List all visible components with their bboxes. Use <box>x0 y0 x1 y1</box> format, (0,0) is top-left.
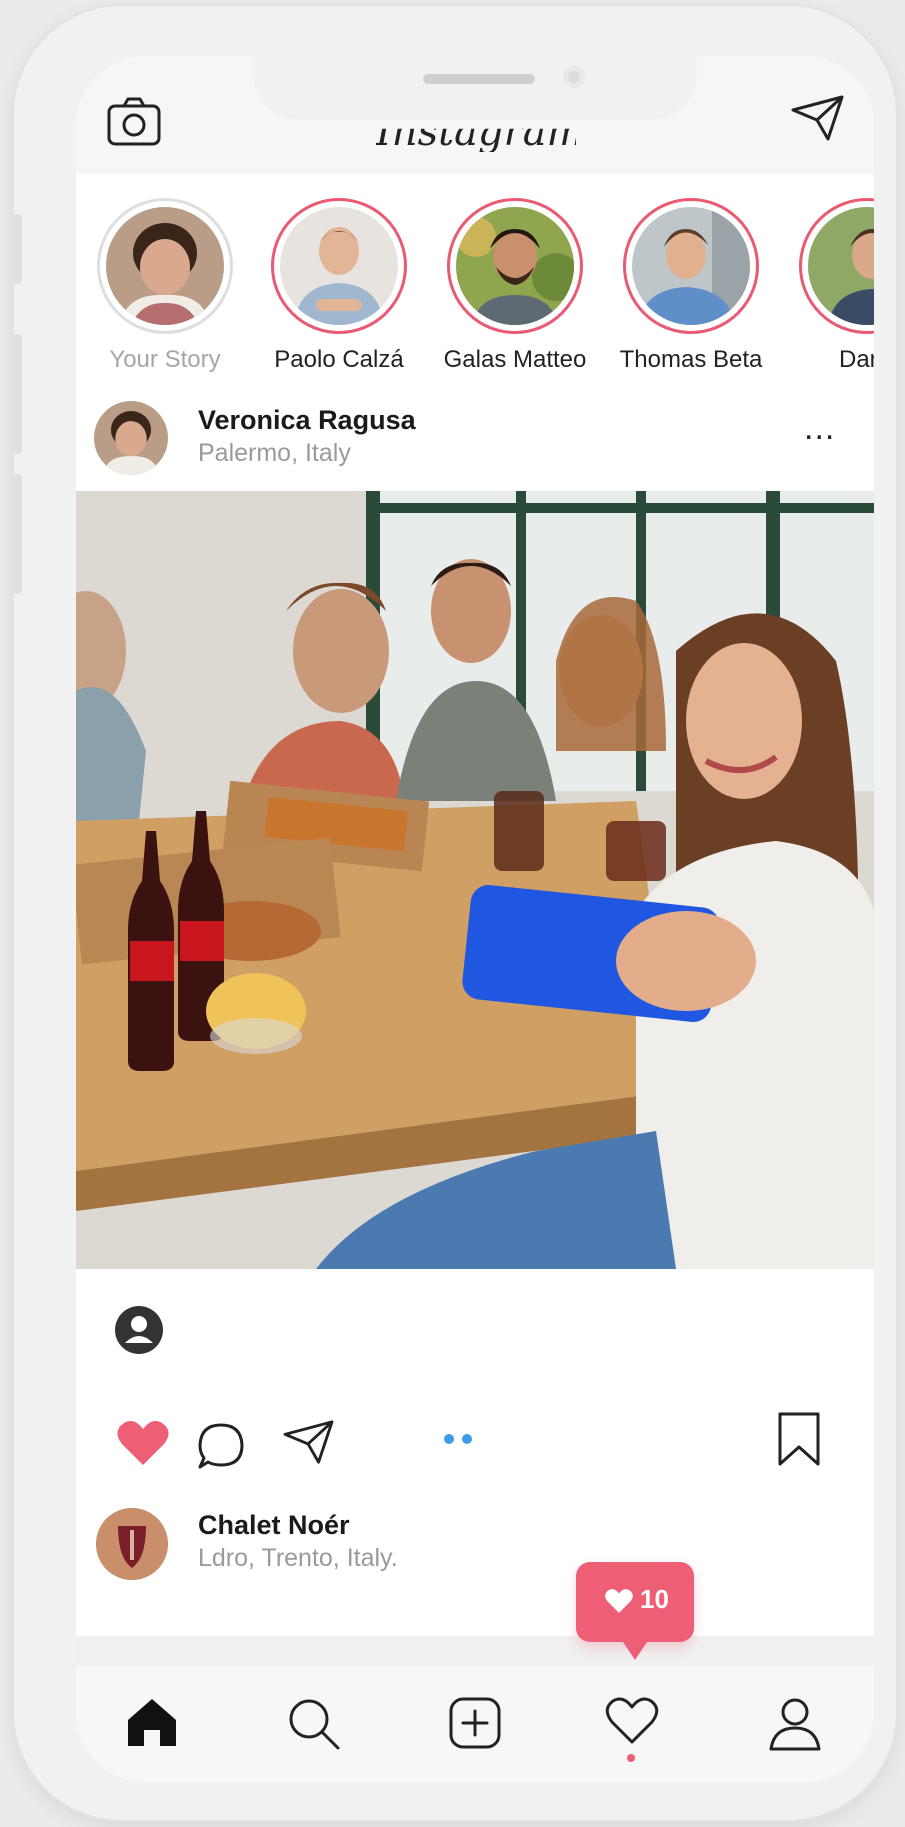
post-photo[interactable] <box>76 491 874 1269</box>
search-icon[interactable] <box>286 1696 342 1757</box>
activity-heart-icon[interactable] <box>604 1696 660 1751</box>
avatar <box>456 207 574 325</box>
phone-frame: Instagram Your Story Paolo Calzá Galas M… <box>12 4 898 1822</box>
story-name: Your Story <box>109 346 221 373</box>
story-ring <box>799 198 874 334</box>
story-paolo-calza[interactable]: Paolo Calzá <box>264 198 414 374</box>
story-ring <box>97 198 233 334</box>
story-galas-matteo[interactable]: Galas Matteo <box>440 198 590 374</box>
more-icon[interactable]: ... <box>804 409 835 448</box>
story-ring <box>623 198 759 334</box>
likes-notification[interactable]: 10 <box>576 1562 694 1660</box>
speaker <box>423 74 535 84</box>
post-username[interactable]: Chalet Noér <box>198 1510 350 1541</box>
story-name: Galas Matteo <box>443 346 587 373</box>
side-button <box>12 474 22 594</box>
active-tab-indicator <box>627 1754 635 1762</box>
post-username[interactable]: Veronica Ragusa <box>198 405 416 436</box>
next-post-header: Chalet Noér Ldro, Trento, Italy. <box>76 1508 874 1608</box>
avatar <box>632 207 750 325</box>
bottom-tab-bar <box>76 1666 874 1782</box>
story-dami[interactable]: Dami <box>792 198 874 374</box>
bookmark-icon[interactable] <box>776 1411 822 1472</box>
story-your-story[interactable]: Your Story <box>90 198 240 374</box>
front-camera <box>563 66 585 88</box>
side-button <box>12 214 22 284</box>
add-post-icon[interactable] <box>448 1696 502 1755</box>
stories-bar: Your Story Paolo Calzá Galas Matteo Thom… <box>76 174 874 382</box>
avatar <box>808 207 874 325</box>
post-header: Veronica Ragusa Palermo, Italy ... <box>76 389 874 489</box>
share-icon[interactable] <box>282 1419 336 1470</box>
post-location[interactable]: Ldro, Trento, Italy. <box>198 1544 398 1573</box>
phone-notch <box>253 56 697 120</box>
post-action-bar <box>76 1412 874 1479</box>
phone-screen: Instagram Your Story Paolo Calzá Galas M… <box>76 56 874 1782</box>
paper-plane-icon[interactable] <box>790 94 846 147</box>
side-button <box>12 334 22 454</box>
carousel-indicator <box>444 1431 480 1449</box>
feed-divider <box>76 1636 874 1666</box>
avatar <box>280 207 398 325</box>
profile-icon[interactable] <box>768 1696 822 1757</box>
heart-icon[interactable] <box>116 1419 170 1472</box>
story-ring <box>447 198 583 334</box>
story-thomas-beta[interactable]: Thomas Beta <box>616 198 766 374</box>
story-name: Dami <box>838 346 874 373</box>
avatar[interactable] <box>94 401 168 475</box>
story-ring <box>271 198 407 334</box>
story-name: Paolo Calzá <box>274 346 404 373</box>
post-location[interactable]: Palermo, Italy <box>198 439 351 468</box>
comment-icon[interactable] <box>196 1421 246 1476</box>
camera-icon[interactable] <box>106 96 162 153</box>
heart-icon <box>604 1588 634 1619</box>
avatar[interactable] <box>96 1508 168 1580</box>
user-circle-icon[interactable] <box>114 1305 164 1360</box>
story-name: Thomas Beta <box>619 346 763 373</box>
home-icon[interactable] <box>124 1696 180 1753</box>
avatar <box>106 207 224 325</box>
likes-count: 10 <box>640 1584 669 1614</box>
